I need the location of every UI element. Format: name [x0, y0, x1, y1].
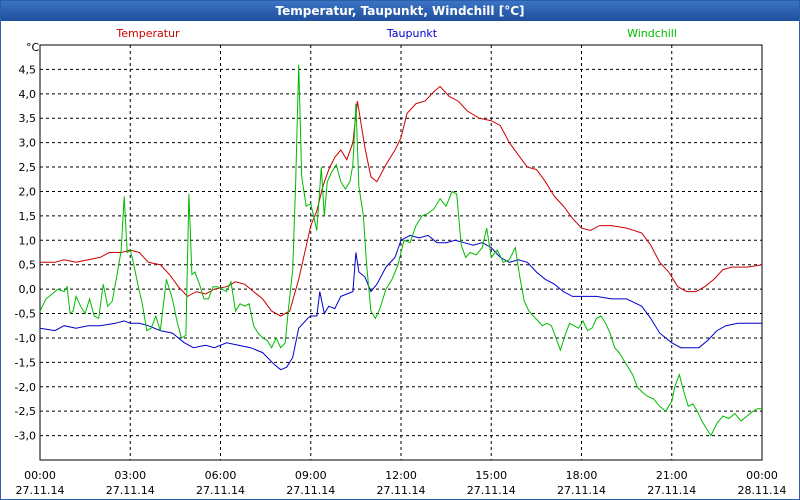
x-axis: 00:00 27.11.14 03:00 27.11.14 06:00 27.11.14 0… — [16, 469, 787, 497]
y-tick-label: 1,0 — [19, 234, 37, 247]
y-tick-label: 0,5 — [19, 259, 37, 272]
y-unit-label: °C — [26, 41, 40, 54]
y-tick-label: -2,5 — [15, 405, 36, 418]
x-tick-date: 27.11.14 — [467, 484, 516, 497]
y-tick-label: -1,0 — [15, 332, 36, 345]
y-tick-label: 4,0 — [19, 88, 37, 101]
x-tick-date: 27.11.14 — [196, 484, 245, 497]
x-tick-time: 03:00 — [114, 469, 146, 482]
y-tick-label: -2,0 — [15, 381, 36, 394]
y-tick-label: 3,0 — [19, 137, 37, 150]
x-tick-time: 06:00 — [205, 469, 237, 482]
y-tick-label: 0,0 — [19, 283, 37, 296]
x-tick-date: 27.11.14 — [16, 484, 65, 497]
y-tick-label: 3,5 — [19, 112, 37, 125]
x-tick-time: 00:00 — [746, 469, 778, 482]
y-tick-label: -1,5 — [15, 356, 36, 369]
y-tick-label: 1,5 — [19, 210, 37, 223]
legend-entry-taupunkt: Taupunkt — [386, 27, 438, 40]
x-tick-date: 28.11.14 — [738, 484, 787, 497]
y-axis: °C 4,5 4,0 3,5 3,0 2,5 2,0 1,5 1,0 0,5 0,0 -0,5 -1,0… — [15, 41, 40, 443]
legend: Temperatur Taupunkt Windchill — [115, 27, 677, 40]
x-tick-time: 21:00 — [656, 469, 688, 482]
y-tick-label: 2,0 — [19, 185, 37, 198]
y-tick-label: -0,5 — [15, 308, 36, 321]
x-tick-time: 15:00 — [475, 469, 507, 482]
x-tick-time: 09:00 — [295, 469, 327, 482]
line-chart: °C 4,5 4,0 3,5 3,0 2,5 2,0 1,5 1,0 0,5 0,0 -0,5 -1,0… — [15, 27, 787, 497]
x-tick-time: 00:00 — [24, 469, 56, 482]
x-tick-date: 27.11.14 — [647, 484, 696, 497]
y-tick-label: 2,5 — [19, 161, 37, 174]
x-tick-date: 27.11.14 — [106, 484, 155, 497]
x-tick-date: 27.11.14 — [286, 484, 335, 497]
x-tick-date: 27.11.14 — [557, 484, 606, 497]
x-tick-time: 18:00 — [566, 469, 598, 482]
x-tick-date: 27.11.14 — [377, 484, 426, 497]
legend-entry-temperatur: Temperatur — [115, 27, 180, 40]
legend-entry-windchill: Windchill — [627, 27, 677, 40]
y-tick-label: 4,5 — [19, 63, 37, 76]
y-tick-label: -3,0 — [15, 430, 36, 443]
x-tick-time: 12:00 — [385, 469, 417, 482]
